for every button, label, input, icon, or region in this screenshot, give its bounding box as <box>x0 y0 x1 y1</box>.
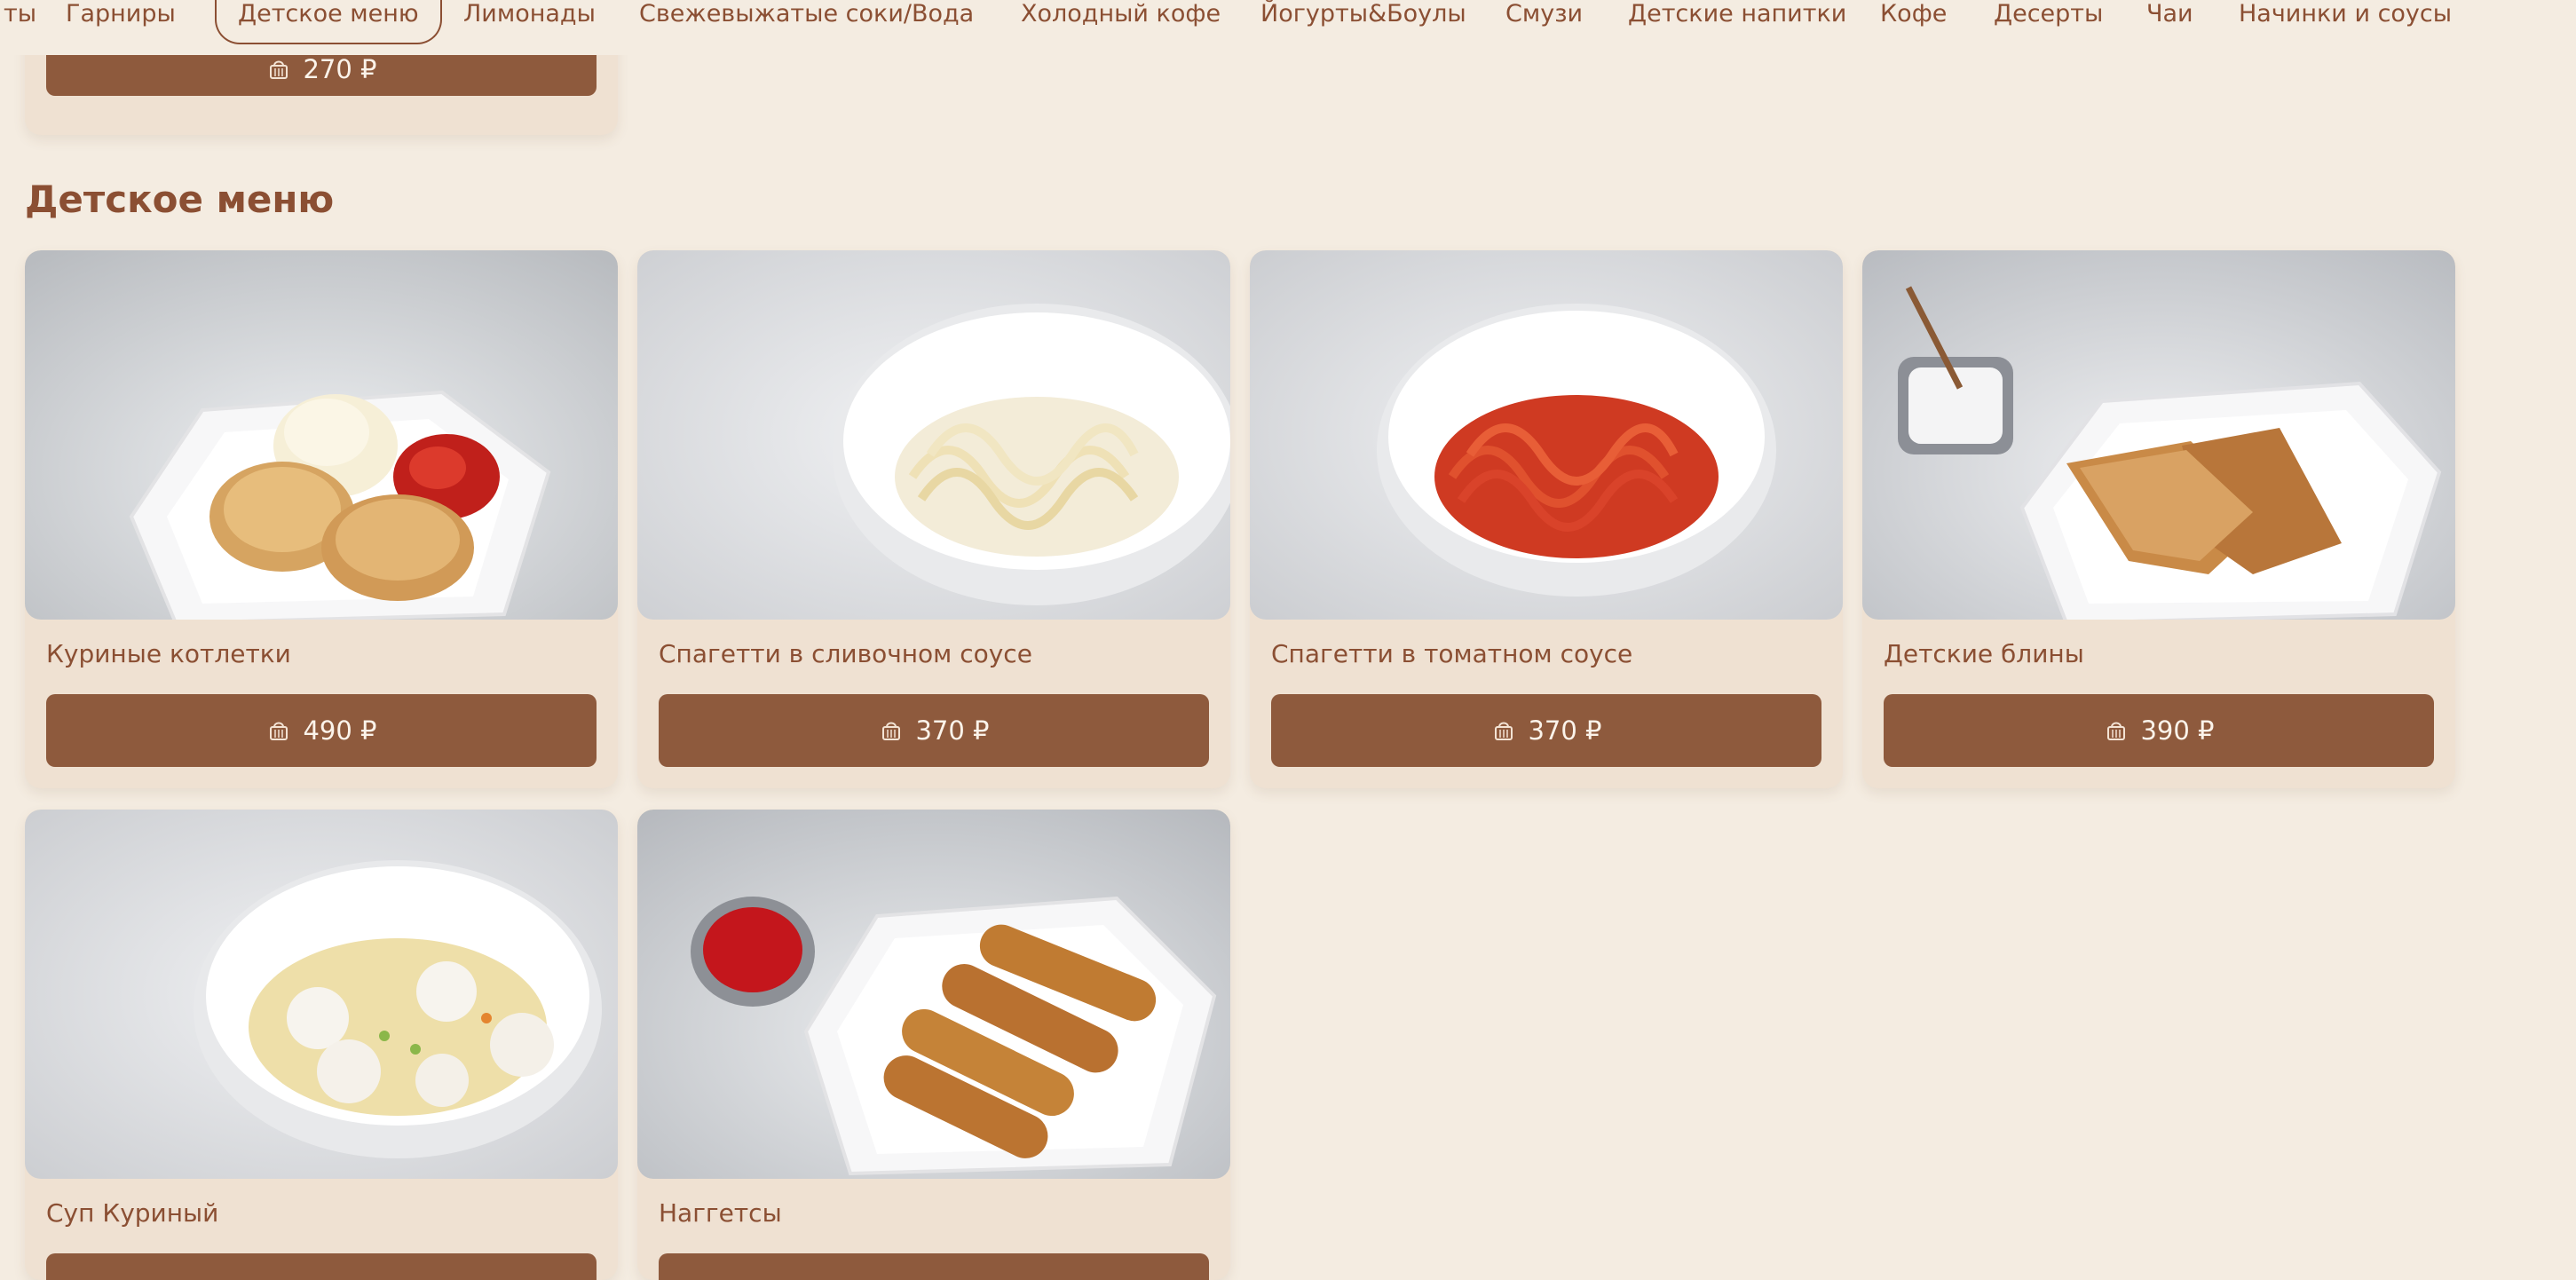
add-to-cart-button[interactable] <box>46 1253 597 1280</box>
nav-item-fresh-juices[interactable]: Свежевыжатые соки/Вода <box>616 0 997 44</box>
nav-item-garnishes[interactable]: Гарниры <box>43 0 199 44</box>
nav-item-lemonades[interactable]: Лимонады <box>440 0 619 44</box>
nav-item-kids-menu[interactable]: Детское меню <box>215 0 442 44</box>
nav-item-teas[interactable]: Чаи <box>2123 0 2216 44</box>
product-card[interactable]: Куриные котлетки 490 ₽ <box>25 250 618 788</box>
nav-item-kids-drinks[interactable]: Детские напитки <box>1605 0 1869 44</box>
price-label: 370 ₽ <box>915 715 990 746</box>
nav-item-cold-coffee[interactable]: Холодный кофе <box>998 0 1244 44</box>
product-title: Спагетти в томатном соусе <box>1271 639 1633 668</box>
nav-item-smoothies[interactable]: Смузи <box>1482 0 1606 44</box>
product-title: Суп Куриный <box>46 1198 219 1228</box>
page-scrollbar[interactable] <box>2564 0 2576 1266</box>
add-to-cart-button[interactable]: 390 ₽ <box>1884 694 2434 767</box>
basket-icon <box>270 60 288 79</box>
nav-item-coffee[interactable]: Кофе <box>1857 0 1970 44</box>
basket-icon <box>1495 722 1513 740</box>
basket-icon <box>2107 722 2126 740</box>
nav-item-yogurts-bowls[interactable]: Йогурты&Боулы <box>1237 0 1489 44</box>
price-label: 390 ₽ <box>2140 715 2215 746</box>
basket-icon <box>882 722 901 740</box>
nav-item-fillings-sauces[interactable]: Начинки и соусы <box>2216 0 2475 44</box>
chicken-soup-image <box>25 810 618 1179</box>
price-label: 490 ₽ <box>303 715 377 746</box>
basket-icon <box>270 722 288 740</box>
add-to-cart-button[interactable]: 370 ₽ <box>659 694 1209 767</box>
product-card[interactable]: Спагетти в томатном соусе 370 ₽ <box>1250 250 1843 788</box>
product-card[interactable]: Суп Куриный <box>25 810 618 1280</box>
nuggets-image <box>637 810 1230 1179</box>
product-title: Куриные котлетки <box>46 639 291 668</box>
product-title: Детские блины <box>1884 639 2084 668</box>
chicken-cutlets-image <box>25 250 618 620</box>
spaghetti-tomato-image <box>1250 250 1843 620</box>
pancakes-image <box>1862 250 2455 620</box>
product-card[interactable]: Детские блины 390 ₽ <box>1862 250 2455 788</box>
product-title: Наггетсы <box>659 1198 782 1228</box>
price-label: 370 ₽ <box>1528 715 1602 746</box>
category-nav: ты Гарниры Детское меню Лимонады Свежевы… <box>0 0 2576 55</box>
product-title: Спагетти в сливочном соусе <box>659 639 1032 668</box>
price-label: 270 ₽ <box>303 54 377 84</box>
nav-item-desserts[interactable]: Десерты <box>1971 0 2126 44</box>
add-to-cart-button[interactable]: 370 ₽ <box>1271 694 1821 767</box>
product-card[interactable]: Наггетсы <box>637 810 1230 1280</box>
add-to-cart-button[interactable] <box>659 1253 1209 1280</box>
section-title: Детское меню <box>25 178 335 221</box>
add-to-cart-button[interactable]: 490 ₽ <box>46 694 597 767</box>
product-card[interactable]: Спагетти в сливочном соусе 370 ₽ <box>637 250 1230 788</box>
spaghetti-cream-image <box>637 250 1230 620</box>
